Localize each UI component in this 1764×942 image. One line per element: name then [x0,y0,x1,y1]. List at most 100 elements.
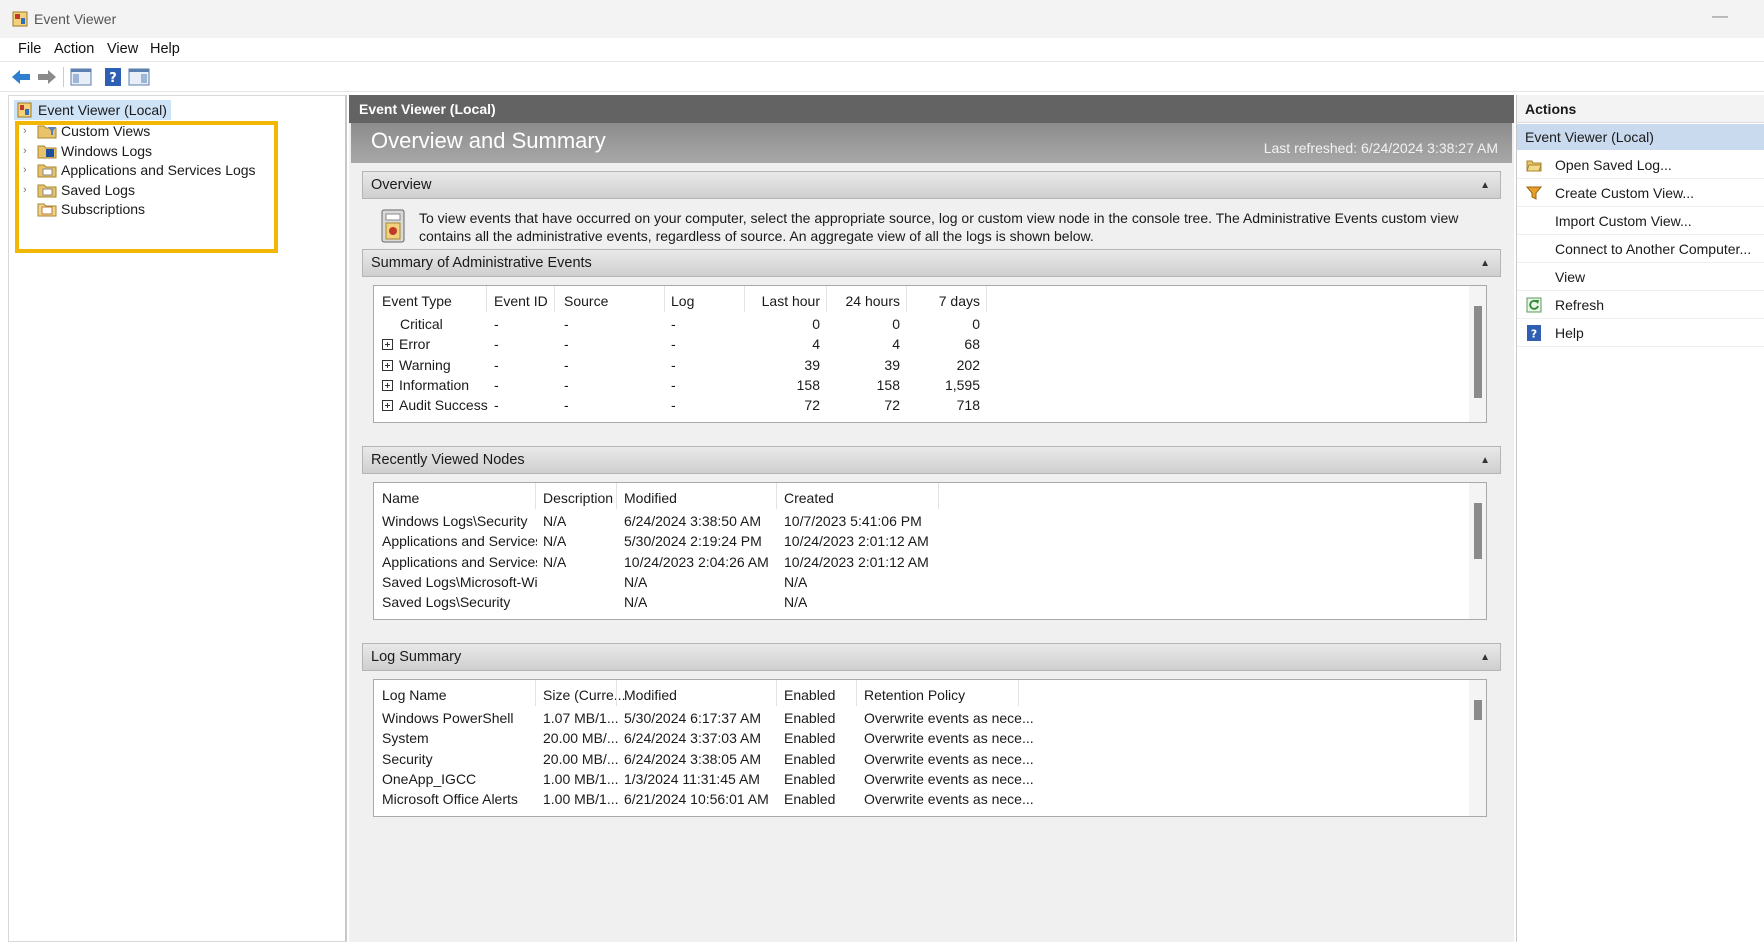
column-header[interactable]: Log Name [382,684,447,706]
expand-plus-icon[interactable] [382,339,393,350]
log-summary-section-bar[interactable]: Log Summary ▲ [362,643,1501,671]
tree-item-subscriptions[interactable]: Subscriptions [9,199,259,219]
overview-section-bar[interactable]: Overview ▲ [362,171,1501,199]
expand-plus-icon[interactable] [382,380,393,391]
action-connect-to-another-computer[interactable]: Connect to Another Computer... [1517,235,1764,263]
expand-chevron-icon[interactable]: › [23,160,27,180]
collapse-arrow-icon[interactable]: ▲ [1480,645,1490,671]
menu-action[interactable]: Action [54,41,94,57]
table-row[interactable]: Windows PowerShell 1.07 MB/1... 5/30/202… [374,707,1474,729]
column-header[interactable]: Log [671,290,694,312]
table-row[interactable]: Saved Logs\Security N/A N/A [374,591,1474,613]
action-refresh[interactable]: Refresh [1517,291,1764,319]
vertical-scrollbar[interactable] [1469,483,1486,619]
node-name: Saved Logs\Security [382,594,511,610]
actions-subheader[interactable]: Event Viewer (Local) [1517,124,1764,150]
collapse-arrow-icon[interactable]: ▲ [1480,173,1490,199]
event-id: - [494,397,499,413]
count-last-hour: 72 [804,397,820,413]
admin-events-section-bar[interactable]: Summary of Administrative Events ▲ [362,249,1501,277]
column-header[interactable]: 7 days [906,290,980,312]
tree-item-saved-logs[interactable]: › Saved Logs [9,180,259,200]
expand-chevron-icon[interactable]: › [23,141,27,161]
expand-plus-icon[interactable] [382,400,393,411]
table-row[interactable]: Saved Logs\Microsoft-Wi... N/A N/A [374,571,1474,593]
table-row[interactable]: System 20.00 MB/... 6/24/2024 3:37:03 AM… [374,727,1474,749]
scrollbar-thumb[interactable] [1474,306,1482,398]
forward-arrow-icon[interactable] [36,67,58,87]
table-row[interactable]: Audit Success - - - 72 72 718 [374,394,1474,416]
tree-item-applications-and-services-logs[interactable]: › Applications and Services Logs [9,160,259,180]
column-header[interactable]: Created [784,487,834,509]
column-header[interactable]: Source [564,290,608,312]
column-header[interactable]: Description [543,487,613,509]
recent-nodes-section-bar[interactable]: Recently Viewed Nodes ▲ [362,446,1501,474]
table-row[interactable]: Applications and Services ... N/A 5/30/2… [374,530,1474,552]
window-title: Event Viewer [34,11,117,27]
action-create-custom-view[interactable]: Create Custom View... [1517,179,1764,207]
collapse-arrow-icon[interactable]: ▲ [1480,251,1490,277]
expand-chevron-icon[interactable]: › [23,121,27,141]
collapse-arrow-icon[interactable]: ▲ [1480,448,1490,474]
column-header[interactable]: Modified [624,487,677,509]
menu-help[interactable]: Help [150,41,180,57]
table-row[interactable]: Applications and Services ... N/A 10/24/… [374,551,1474,573]
column-header[interactable]: Modified [624,684,677,706]
back-arrow-icon[interactable] [10,67,32,87]
table-row[interactable]: Windows Logs\Security N/A 6/24/2024 3:38… [374,510,1474,532]
table-row[interactable]: Critical - - - 0 0 0 [374,313,1474,335]
action-help[interactable]: ? Help [1517,319,1764,347]
column-header[interactable]: Event ID [494,290,548,312]
column-header[interactable]: Event Type [382,290,452,312]
menu-view[interactable]: View [107,41,138,57]
event-id: - [494,357,499,373]
count-7-days: 0 [972,316,980,332]
vertical-scrollbar[interactable] [1469,286,1486,422]
table-row[interactable]: OneApp_IGCC 1.00 MB/1... 1/3/2024 11:31:… [374,768,1474,790]
help-icon[interactable]: ? [102,67,124,87]
expand-chevron-icon[interactable]: › [23,180,27,200]
column-header[interactable]: 24 hours [826,290,900,312]
node-created: 10/24/2023 2:01:12 AM [784,533,929,549]
table-row[interactable]: Security 20.00 MB/... 6/24/2024 3:38:05 … [374,748,1474,770]
event-source: - [564,336,569,352]
table-row[interactable]: Microsoft Office Alerts 1.00 MB/1... 6/2… [374,788,1474,810]
show-hide-console-tree-icon[interactable] [70,67,92,87]
action-import-custom-view[interactable]: Import Custom View... [1517,207,1764,235]
log-enabled: Enabled [784,710,836,726]
vertical-scrollbar[interactable] [1469,680,1486,816]
log-size: 1.00 MB/1... [543,791,619,807]
menu-file[interactable]: File [18,41,41,57]
count-7-days: 1,595 [944,377,980,393]
expand-plus-icon[interactable] [382,360,393,371]
show-hide-action-pane-icon[interactable] [128,67,150,87]
column-header[interactable]: Size (Curre... [543,684,625,706]
count-last-hour: 158 [796,377,820,393]
event-id: - [494,377,499,393]
table-row[interactable]: Error - - - 4 4 68 [374,333,1474,355]
column-divider [616,483,617,509]
column-header[interactable]: Name [382,487,419,509]
column-header[interactable]: Last hour [744,290,820,312]
scrollbar-thumb[interactable] [1474,503,1482,559]
minimize-button[interactable]: — [1712,8,1728,26]
column-header[interactable]: Retention Policy [864,684,965,706]
action-view[interactable]: View [1517,263,1764,291]
log-name: OneApp_IGCC [382,771,477,787]
tree-root-event-viewer-local[interactable]: Event Viewer (Local) [14,100,171,120]
table-row[interactable]: Warning - - - 39 39 202 [374,354,1474,376]
custom-views-folder-icon [37,125,57,139]
node-name: Applications and Services ... [382,533,537,549]
action-open-saved-log[interactable]: Open Saved Log... [1517,151,1764,179]
tree-item-custom-views[interactable]: › Custom Views [9,121,259,141]
column-header[interactable]: Enabled [784,684,835,706]
tree-item-windows-logs[interactable]: › Windows Logs [9,141,259,161]
log-size: 20.00 MB/... [543,751,619,767]
title-bar: Event Viewer — [0,0,1764,38]
tree-item-label: Saved Logs [61,182,135,198]
log-size: 20.00 MB/... [543,730,619,746]
action-label: Create Custom View... [1555,185,1695,201]
table-row[interactable]: Information - - - 158 158 1,595 [374,374,1474,396]
event-type: Error [399,336,431,352]
scrollbar-thumb[interactable] [1474,700,1482,720]
